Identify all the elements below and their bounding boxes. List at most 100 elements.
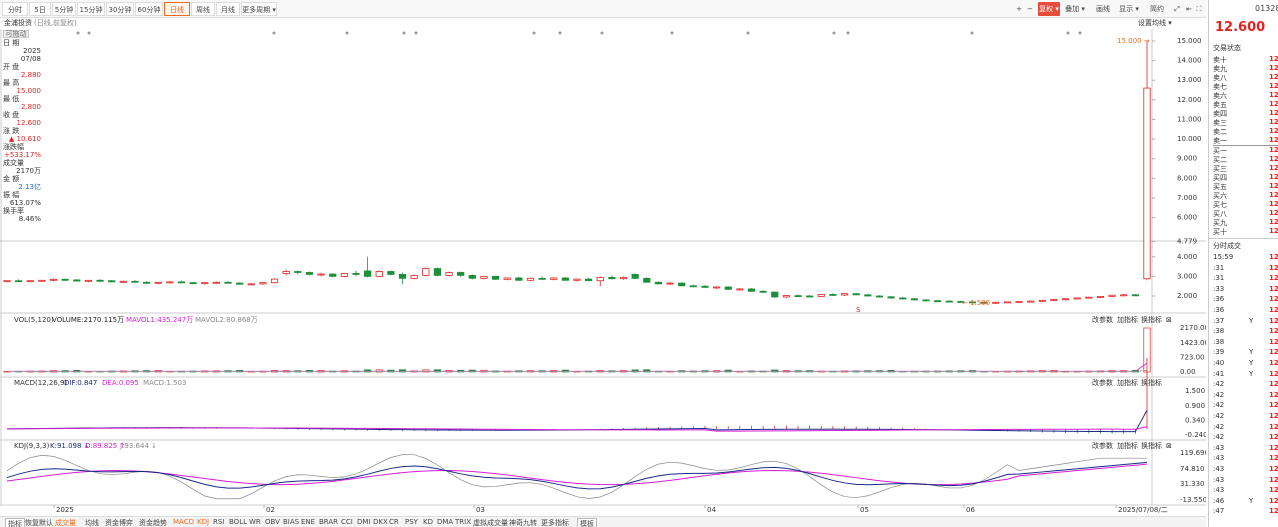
panel-tool-0[interactable]: 改参数 bbox=[1092, 378, 1113, 387]
tick-price: 12. bbox=[1269, 422, 1278, 431]
close-icon[interactable]: ⊠ bbox=[1166, 442, 1172, 450]
candle-body bbox=[503, 277, 511, 280]
candle-body bbox=[1143, 87, 1151, 280]
sell-level: 卖一12.6 bbox=[1213, 136, 1278, 145]
indicator-tab-21[interactable]: DMA bbox=[437, 518, 453, 526]
panel-tool-0[interactable]: 改参数 bbox=[1092, 315, 1113, 324]
candle-body bbox=[619, 276, 628, 280]
sell-level: 卖二12.6 bbox=[1213, 127, 1278, 136]
indicator-tab-24[interactable]: 神奇九转 bbox=[509, 518, 537, 527]
info-value: 613.07% bbox=[9, 199, 41, 207]
indicator-tab-9[interactable]: BOLL bbox=[229, 518, 247, 526]
candle-body bbox=[410, 275, 418, 279]
indicator-tab-22[interactable]: TRIX bbox=[455, 518, 471, 526]
event-dot bbox=[532, 31, 536, 35]
indicator-tab-19[interactable]: PSY bbox=[405, 518, 418, 526]
price-tick: 11.000 bbox=[1177, 115, 1202, 123]
indicator-tab-3[interactable]: 均线 bbox=[85, 518, 99, 527]
indicator-tab-4[interactable]: 资金博弈 bbox=[105, 518, 133, 527]
price-tick: 4.000 bbox=[1177, 253, 1197, 261]
candle-body bbox=[1073, 297, 1081, 300]
macd-dea: DEA:0.095 bbox=[102, 379, 139, 387]
info-value: 2.13亿 bbox=[18, 183, 41, 191]
indicator-tab-15[interactable]: CCI bbox=[341, 518, 353, 526]
candle-body bbox=[491, 275, 500, 280]
indicator-tab-12[interactable]: BIAS bbox=[283, 518, 299, 526]
panel-tool-0[interactable]: 改参数 bbox=[1092, 441, 1113, 450]
candle-body bbox=[1131, 294, 1139, 297]
signal-marker: S bbox=[856, 306, 861, 314]
indicator-tab-8[interactable]: RSI bbox=[213, 518, 224, 526]
candle-body bbox=[992, 301, 1000, 304]
candle-body bbox=[468, 275, 476, 279]
price-tick: 3.000 bbox=[1177, 272, 1197, 280]
vol-tick: 0.00 bbox=[1180, 368, 1196, 376]
close-icon[interactable]: ⊠ bbox=[1166, 316, 1172, 324]
tick-price: 12. bbox=[1269, 380, 1278, 389]
info-value: 07/08 bbox=[20, 55, 41, 63]
candle-body bbox=[329, 273, 337, 277]
indicator-tab-23[interactable]: 虚拟成交量 bbox=[473, 518, 508, 527]
indicator-tab-26[interactable]: 模板 bbox=[577, 518, 597, 527]
indicator-tab-2[interactable]: 成交量 bbox=[55, 518, 76, 527]
tick-price: 12. bbox=[1269, 263, 1278, 272]
drag-tag[interactable]: 可拖动 bbox=[3, 30, 29, 38]
panel-tool-1[interactable]: 加指标 bbox=[1117, 378, 1138, 387]
tick-price: 12. bbox=[1269, 359, 1278, 367]
panel-tool-2[interactable]: 换指标 bbox=[1141, 315, 1162, 324]
indicator-tab-25[interactable]: 更多指标 bbox=[541, 518, 569, 527]
panel-tool-2[interactable]: 换指标 bbox=[1141, 441, 1162, 450]
level-price: 12.7 bbox=[1269, 100, 1278, 108]
tick-time: :37 bbox=[1213, 316, 1225, 325]
event-dot bbox=[76, 31, 80, 35]
indicator-tab-17[interactable]: DKX bbox=[373, 518, 388, 526]
vol-tick: 723.00 bbox=[1180, 353, 1205, 361]
price-tick: 15.000 bbox=[1177, 37, 1202, 45]
indicator-tab-13[interactable]: ENE bbox=[301, 518, 315, 526]
tick-price: 12. bbox=[1269, 496, 1278, 505]
candle-body bbox=[852, 293, 860, 296]
panel-tool-2[interactable]: 换指标 bbox=[1141, 378, 1162, 387]
sell-level: 卖九12.7 bbox=[1213, 64, 1278, 73]
panel-tool-1[interactable]: 加指标 bbox=[1117, 315, 1138, 324]
panel-tool-1[interactable]: 加指标 bbox=[1117, 441, 1138, 450]
info-value: 8.46% bbox=[18, 215, 41, 223]
indicator-tab-6[interactable]: MACD bbox=[173, 518, 194, 526]
candle-body bbox=[759, 290, 767, 293]
indicator-tab-10[interactable]: WR bbox=[249, 518, 261, 526]
tick-flag: Y bbox=[1249, 359, 1254, 367]
tick-row: :42 12. bbox=[1213, 412, 1278, 421]
vol-tick: 1423.00 bbox=[1180, 339, 1206, 347]
level-price: 12.6 bbox=[1269, 127, 1278, 135]
tick-time: :42 bbox=[1213, 401, 1225, 410]
indicator-tab-5[interactable]: 资金趋势 bbox=[139, 518, 167, 527]
tick-row: :42 12. bbox=[1213, 433, 1278, 442]
indicator-tabbar: 指标 恢复默认 成交量 均线 资金博弈 资金趋势 MACD KDJ RSI BOLL WR OBV BI… bbox=[0, 516, 1206, 527]
indicator-tab-7[interactable]: KDJ bbox=[197, 518, 209, 526]
candle-body bbox=[747, 288, 756, 292]
candle-body bbox=[550, 277, 558, 280]
candle-body bbox=[806, 295, 814, 298]
indicator-tab-14[interactable]: BRAR bbox=[319, 518, 338, 526]
tick-time: :31 bbox=[1213, 263, 1225, 272]
indicator-tab-0[interactable]: 指标 bbox=[5, 518, 25, 527]
candle-body bbox=[736, 288, 744, 291]
indicator-tab-16[interactable]: DMI bbox=[357, 518, 371, 526]
kdj-tick: -13.550 bbox=[1180, 496, 1206, 504]
candle-body bbox=[236, 282, 244, 285]
candle-body bbox=[480, 275, 488, 279]
candle-body bbox=[899, 297, 907, 300]
tick-flag: Y bbox=[1249, 348, 1254, 357]
indicator-tab-11[interactable]: OBV bbox=[265, 518, 280, 526]
vol-volume: VOLUME:2170.115万 bbox=[52, 316, 124, 324]
indicator-tab-1[interactable]: 恢复默认 bbox=[25, 518, 53, 527]
candle-body bbox=[154, 281, 162, 284]
level-price: 12.5 bbox=[1269, 182, 1278, 190]
candle-body bbox=[387, 271, 395, 275]
candle-body bbox=[573, 278, 581, 281]
indicator-tab-20[interactable]: KD bbox=[423, 518, 433, 526]
kline-chart[interactable]: 15.000 14.000 13.000 12.000 11.000 10.000 9.00… bbox=[0, 0, 1206, 516]
buy-level: 买九12.4 bbox=[1213, 218, 1278, 227]
level-price: 12.5 bbox=[1269, 164, 1278, 172]
indicator-tab-18[interactable]: CR bbox=[389, 518, 399, 526]
